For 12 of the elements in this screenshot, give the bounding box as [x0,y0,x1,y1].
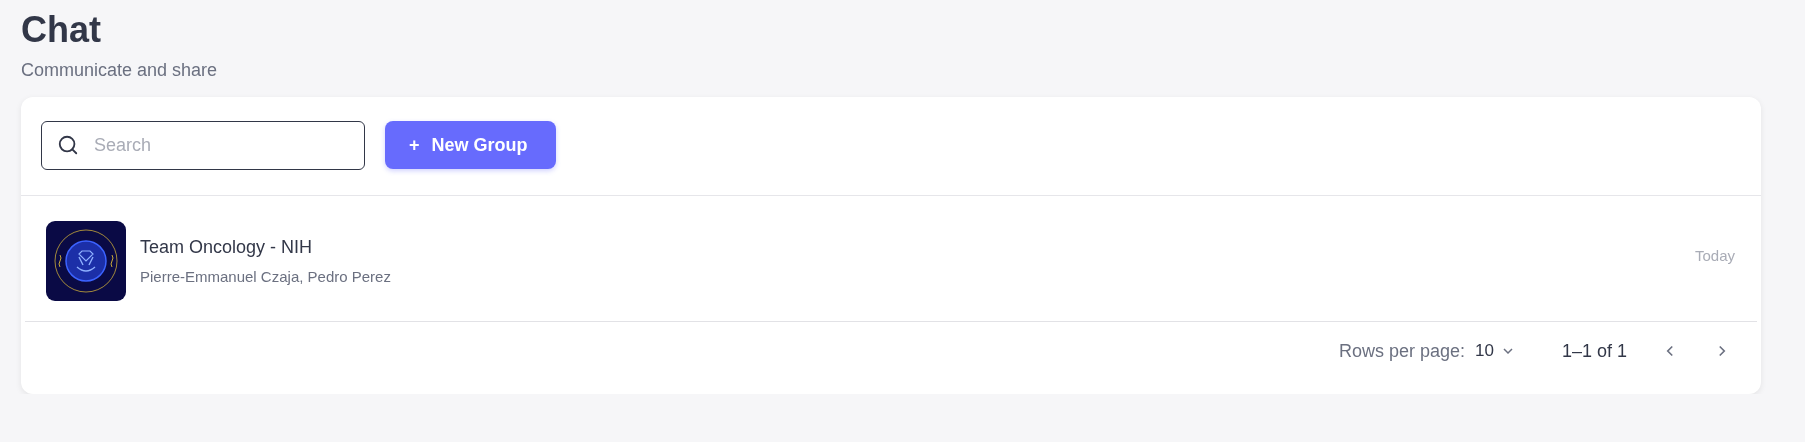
chat-members: Pierre-Emmanuel Czaja, Pedro Perez [140,268,392,285]
search-icon [57,134,79,156]
rows-per-page-select[interactable]: 10 [1475,341,1516,361]
new-group-button[interactable]: + New Group [385,121,556,169]
chat-time: Today [1694,247,1735,264]
rows-per-page-label: Rows per page: [1338,340,1465,362]
page-range: 1–1 of 1 [1561,340,1627,362]
chat-name: Team Oncology - NIH [140,237,314,258]
page-subtitle: Communicate and share [21,60,219,81]
chat-row[interactable]: Team Oncology - NIH Pierre-Emmanuel Czaja, Pedro Perez Today [25,196,1757,322]
page-title: Chat [21,8,102,52]
search-field[interactable]: Search [41,121,365,170]
